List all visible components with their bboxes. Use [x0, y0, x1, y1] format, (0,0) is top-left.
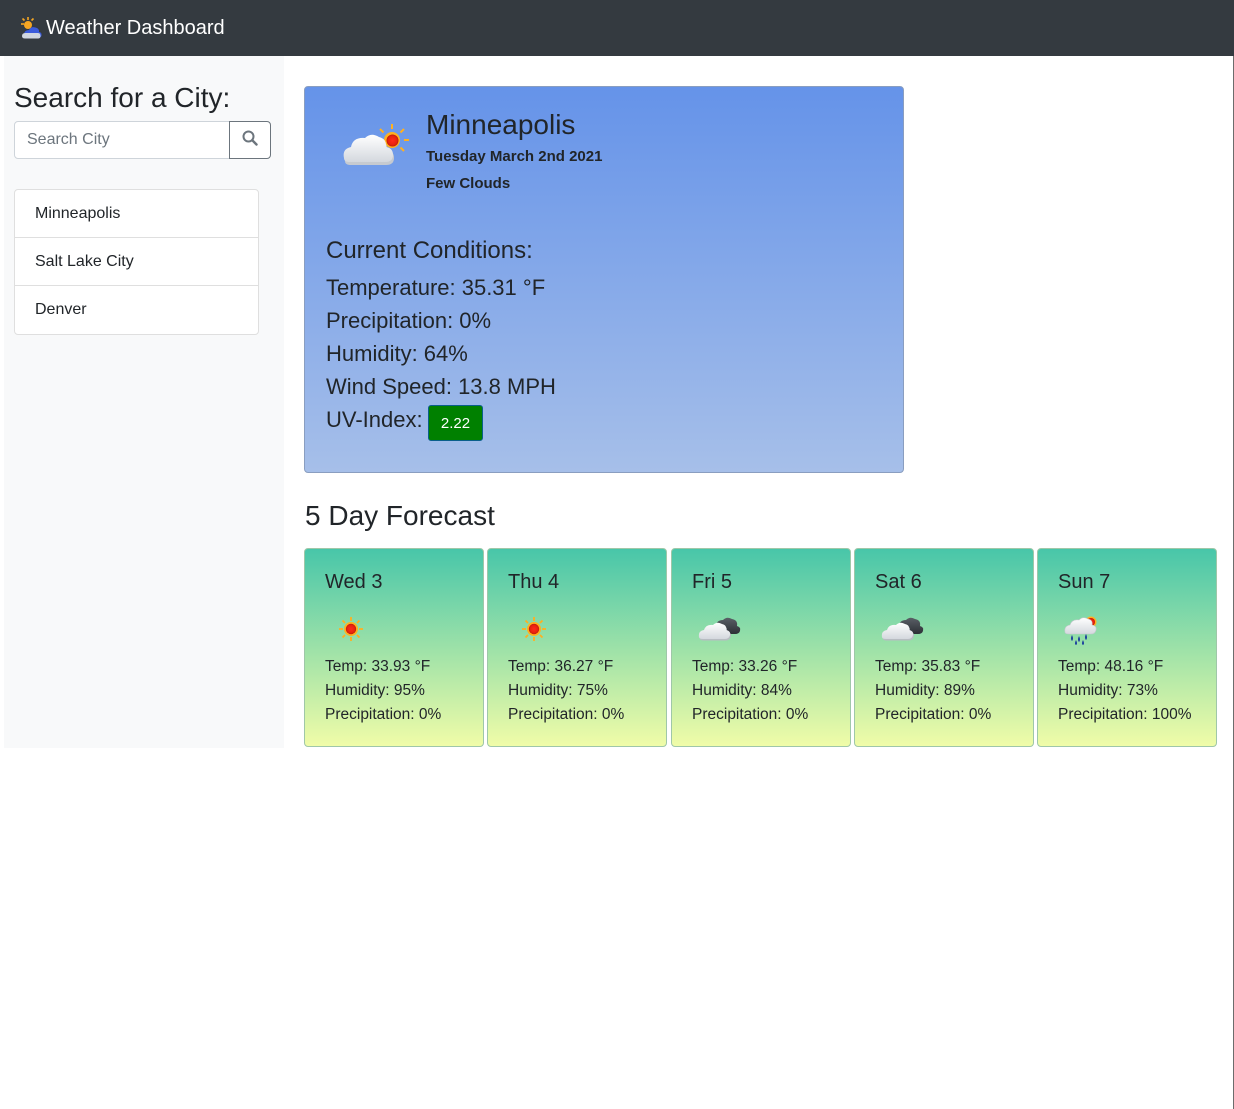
forecast-card-wed: Wed 3 Temp: 33.93 °F Humidity: 95% Preci…: [304, 548, 484, 747]
cloud-sun-icon: [18, 15, 44, 41]
forecast-precipitation: Precipitation: 0%: [325, 706, 442, 723]
sidebar: Search for a City: Minneapolis Salt Lake…: [4, 56, 284, 748]
forecast-humidity: Humidity: 75%: [508, 682, 608, 699]
humidity-text: Humidity: 64%: [326, 341, 468, 366]
sun-icon: [331, 613, 377, 645]
current-date: Tuesday March 2nd 2021: [426, 148, 603, 165]
forecast-heading: 5 Day Forecast: [305, 500, 495, 531]
current-weather-card: Minneapolis Tuesday March 2nd 2021 Few C…: [304, 86, 904, 473]
city-item-minneapolis[interactable]: Minneapolis: [15, 190, 258, 238]
search-heading: Search for a City:: [14, 82, 231, 113]
navbar: Weather Dashboard: [0, 0, 1234, 56]
broken-clouds-icon: [879, 613, 925, 645]
forecast-humidity: Humidity: 95%: [325, 682, 425, 699]
forecast-card-sun: Sun 7 Temp: 48.16 °F Humidity: 73% Preci…: [1037, 548, 1217, 747]
app-title: Weather Dashboard: [46, 16, 225, 39]
forecast-temp: Temp: 35.83 °F: [875, 658, 981, 675]
forecast-card-thu: Thu 4 Temp: 36.27 °F Humidity: 75% Preci…: [487, 548, 667, 747]
forecast-card-fri: Fri 5 Temp: 33.26 °F Humidity: 84% Preci…: [671, 548, 851, 747]
city-item-denver[interactable]: Denver: [15, 286, 258, 334]
forecast-precipitation: Precipitation: 0%: [508, 706, 625, 723]
search-input[interactable]: [14, 121, 230, 159]
sun-icon: [514, 613, 560, 645]
search-button[interactable]: [229, 121, 271, 159]
conditions-heading: Current Conditions:: [326, 237, 533, 264]
forecast-day: Sun 7: [1058, 571, 1111, 593]
current-city-name: Minneapolis: [426, 109, 576, 140]
forecast-humidity: Humidity: 89%: [875, 682, 975, 699]
forecast-precipitation: Precipitation: 100%: [1058, 706, 1192, 723]
search-icon: [242, 130, 258, 151]
few-clouds-day-icon: [338, 120, 412, 170]
brand[interactable]: Weather Dashboard: [18, 14, 225, 42]
temperature-text: Temperature: 35.31 °F: [326, 275, 546, 300]
forecast-day: Fri 5: [692, 571, 732, 593]
forecast-temp: Temp: 33.93 °F: [325, 658, 431, 675]
forecast-day: Sat 6: [875, 571, 922, 593]
precipitation-text: Precipitation: 0%: [326, 308, 492, 333]
forecast-temp: Temp: 48.16 °F: [1058, 658, 1164, 675]
forecast-day: Thu 4: [508, 571, 560, 593]
uv-index-label: UV-Index:: [326, 407, 423, 432]
uv-index-badge: 2.22: [428, 405, 483, 441]
forecast-precipitation: Precipitation: 0%: [875, 706, 992, 723]
broken-clouds-icon: [696, 613, 742, 645]
wind-speed-text: Wind Speed: 13.8 MPH: [326, 374, 556, 399]
forecast-day: Wed 3: [325, 571, 383, 593]
search-history-list: Minneapolis Salt Lake City Denver: [14, 189, 259, 335]
forecast-card-sat: Sat 6 Temp: 35.83 °F Humidity: 89% Preci…: [854, 548, 1034, 747]
forecast-humidity: Humidity: 84%: [692, 682, 792, 699]
city-item-salt-lake-city[interactable]: Salt Lake City: [15, 238, 258, 286]
current-description: Few Clouds: [426, 175, 511, 192]
rain-icon: [1062, 613, 1108, 645]
forecast-temp: Temp: 36.27 °F: [508, 658, 614, 675]
forecast-precipitation: Precipitation: 0%: [692, 706, 809, 723]
forecast-humidity: Humidity: 73%: [1058, 682, 1158, 699]
forecast-temp: Temp: 33.26 °F: [692, 658, 798, 675]
